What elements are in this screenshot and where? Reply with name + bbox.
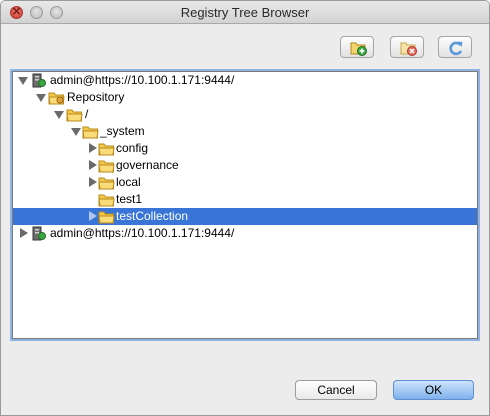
remove-collection-button[interactable] [390, 36, 424, 58]
collapse-arrow-icon[interactable] [89, 143, 97, 153]
tree-item-label: testCollection [116, 209, 189, 223]
refresh-icon [449, 41, 463, 56]
tree-row-selected[interactable]: testCollection [13, 208, 477, 225]
expand-arrow-icon[interactable] [36, 94, 46, 102]
server-icon [32, 73, 46, 88]
folder-icon [98, 143, 115, 156]
folder-icon [98, 194, 115, 207]
tree-item-label: _system [100, 124, 145, 138]
window-title: Registry Tree Browser [180, 5, 310, 20]
dialog-window: Registry Tree Browser [0, 0, 490, 416]
title-bar: Registry Tree Browser [1, 1, 489, 24]
collapse-arrow-icon[interactable] [89, 177, 97, 187]
folder-icon [98, 177, 115, 190]
tree-row[interactable]: admin@https://10.100.1.171:9444/ [13, 72, 477, 89]
tree-row[interactable]: admin@https://10.100.1.171:9444/ [13, 225, 477, 242]
expand-arrow-icon[interactable] [18, 77, 28, 85]
tree-item-label: Repository [67, 90, 125, 104]
collapse-arrow-icon[interactable] [89, 160, 97, 170]
tree-row[interactable]: governance [13, 157, 477, 174]
tree-row[interactable]: config [13, 140, 477, 157]
tree-row[interactable]: test1 [13, 191, 477, 208]
tree-item-label: governance [116, 158, 179, 172]
tree-row[interactable]: local [13, 174, 477, 191]
folder-icon [82, 126, 99, 139]
folder-icon [98, 160, 115, 173]
tree-item-label: admin@https://10.100.1.171:9444/ [50, 73, 235, 87]
registry-tree[interactable]: admin@https://10.100.1.171:9444/ Reposit… [12, 71, 478, 339]
tree-item-label: admin@https://10.100.1.171:9444/ [50, 226, 235, 240]
tree-row[interactable]: / [13, 106, 477, 123]
collapse-arrow-icon[interactable] [20, 228, 28, 238]
server-icon [32, 226, 46, 241]
add-collection-icon [350, 42, 367, 56]
tree-row[interactable]: _system [13, 123, 477, 140]
expand-arrow-icon[interactable] [71, 128, 81, 136]
folder-icon [66, 109, 83, 122]
tree-item-label: config [116, 141, 149, 155]
expand-arrow-icon[interactable] [54, 111, 64, 119]
folder-icon [48, 92, 65, 105]
remove-collection-icon [400, 42, 417, 56]
tree-row[interactable]: Repository [13, 89, 477, 106]
tree-item-label: test1 [116, 192, 143, 206]
folder-icon [98, 211, 115, 224]
tree-item-label: local [116, 175, 141, 189]
collapse-arrow-icon[interactable] [89, 211, 97, 221]
add-collection-button[interactable] [340, 36, 374, 58]
cancel-button[interactable]: Cancel [295, 380, 377, 400]
ok-button[interactable]: OK [393, 380, 474, 400]
tree-item-label: / [85, 107, 89, 121]
refresh-button[interactable] [438, 36, 472, 58]
